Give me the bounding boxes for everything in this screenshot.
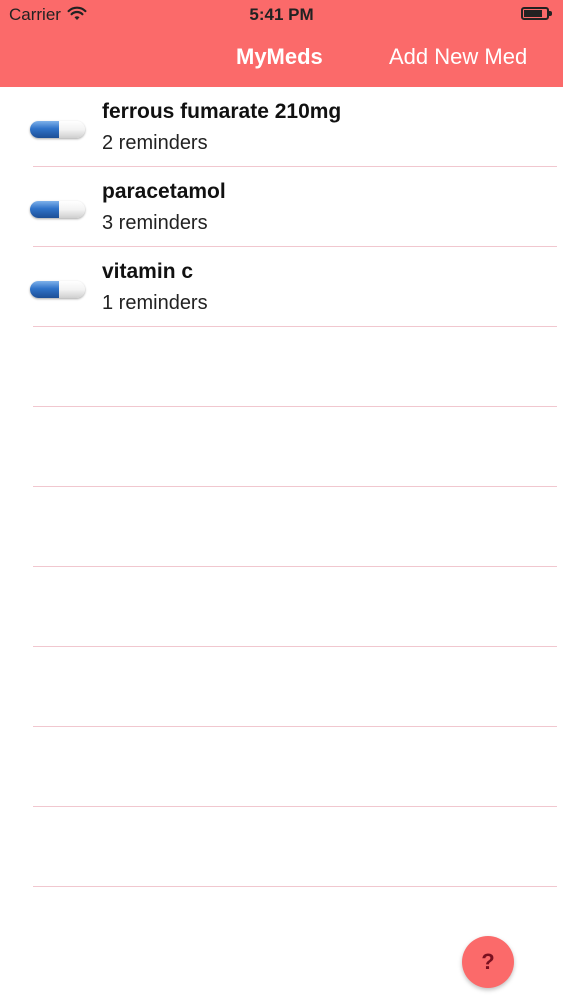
pill-icon (30, 201, 85, 218)
help-button[interactable]: ? (462, 936, 514, 988)
med-name: paracetamol (102, 180, 226, 203)
empty-row (0, 407, 563, 487)
med-reminder-count: 2 reminders (102, 132, 208, 154)
battery-icon (521, 7, 552, 20)
med-reminder-count: 1 reminders (102, 292, 208, 314)
question-mark-icon: ? (481, 949, 495, 974)
med-reminder-count: 3 reminders (102, 212, 208, 234)
med-name: ferrous fumarate 210mg (102, 100, 342, 123)
empty-row (0, 327, 563, 407)
med-row[interactable]: paracetamol 3 reminders (0, 167, 563, 247)
empty-row (0, 647, 563, 727)
pill-icon (30, 281, 85, 298)
med-row[interactable]: vitamin c 1 reminders (0, 247, 563, 327)
empty-row (0, 487, 563, 567)
status-bar: Carrier 5:41 PM (0, 0, 563, 30)
row-divider (33, 886, 557, 887)
med-list: ferrous fumarate 210mg 2 reminders parac… (0, 87, 563, 887)
empty-row (0, 567, 563, 647)
empty-row (0, 807, 563, 887)
empty-row (0, 727, 563, 807)
med-row[interactable]: ferrous fumarate 210mg 2 reminders (0, 87, 563, 167)
status-time: 5:41 PM (249, 5, 314, 24)
pill-icon (30, 121, 85, 138)
med-name: vitamin c (102, 260, 194, 283)
page-title: MyMeds (236, 44, 323, 69)
add-new-med-button[interactable]: Add New Med (389, 44, 527, 70)
app-header: Carrier 5:41 PM MyMeds Add New Med (0, 0, 563, 87)
